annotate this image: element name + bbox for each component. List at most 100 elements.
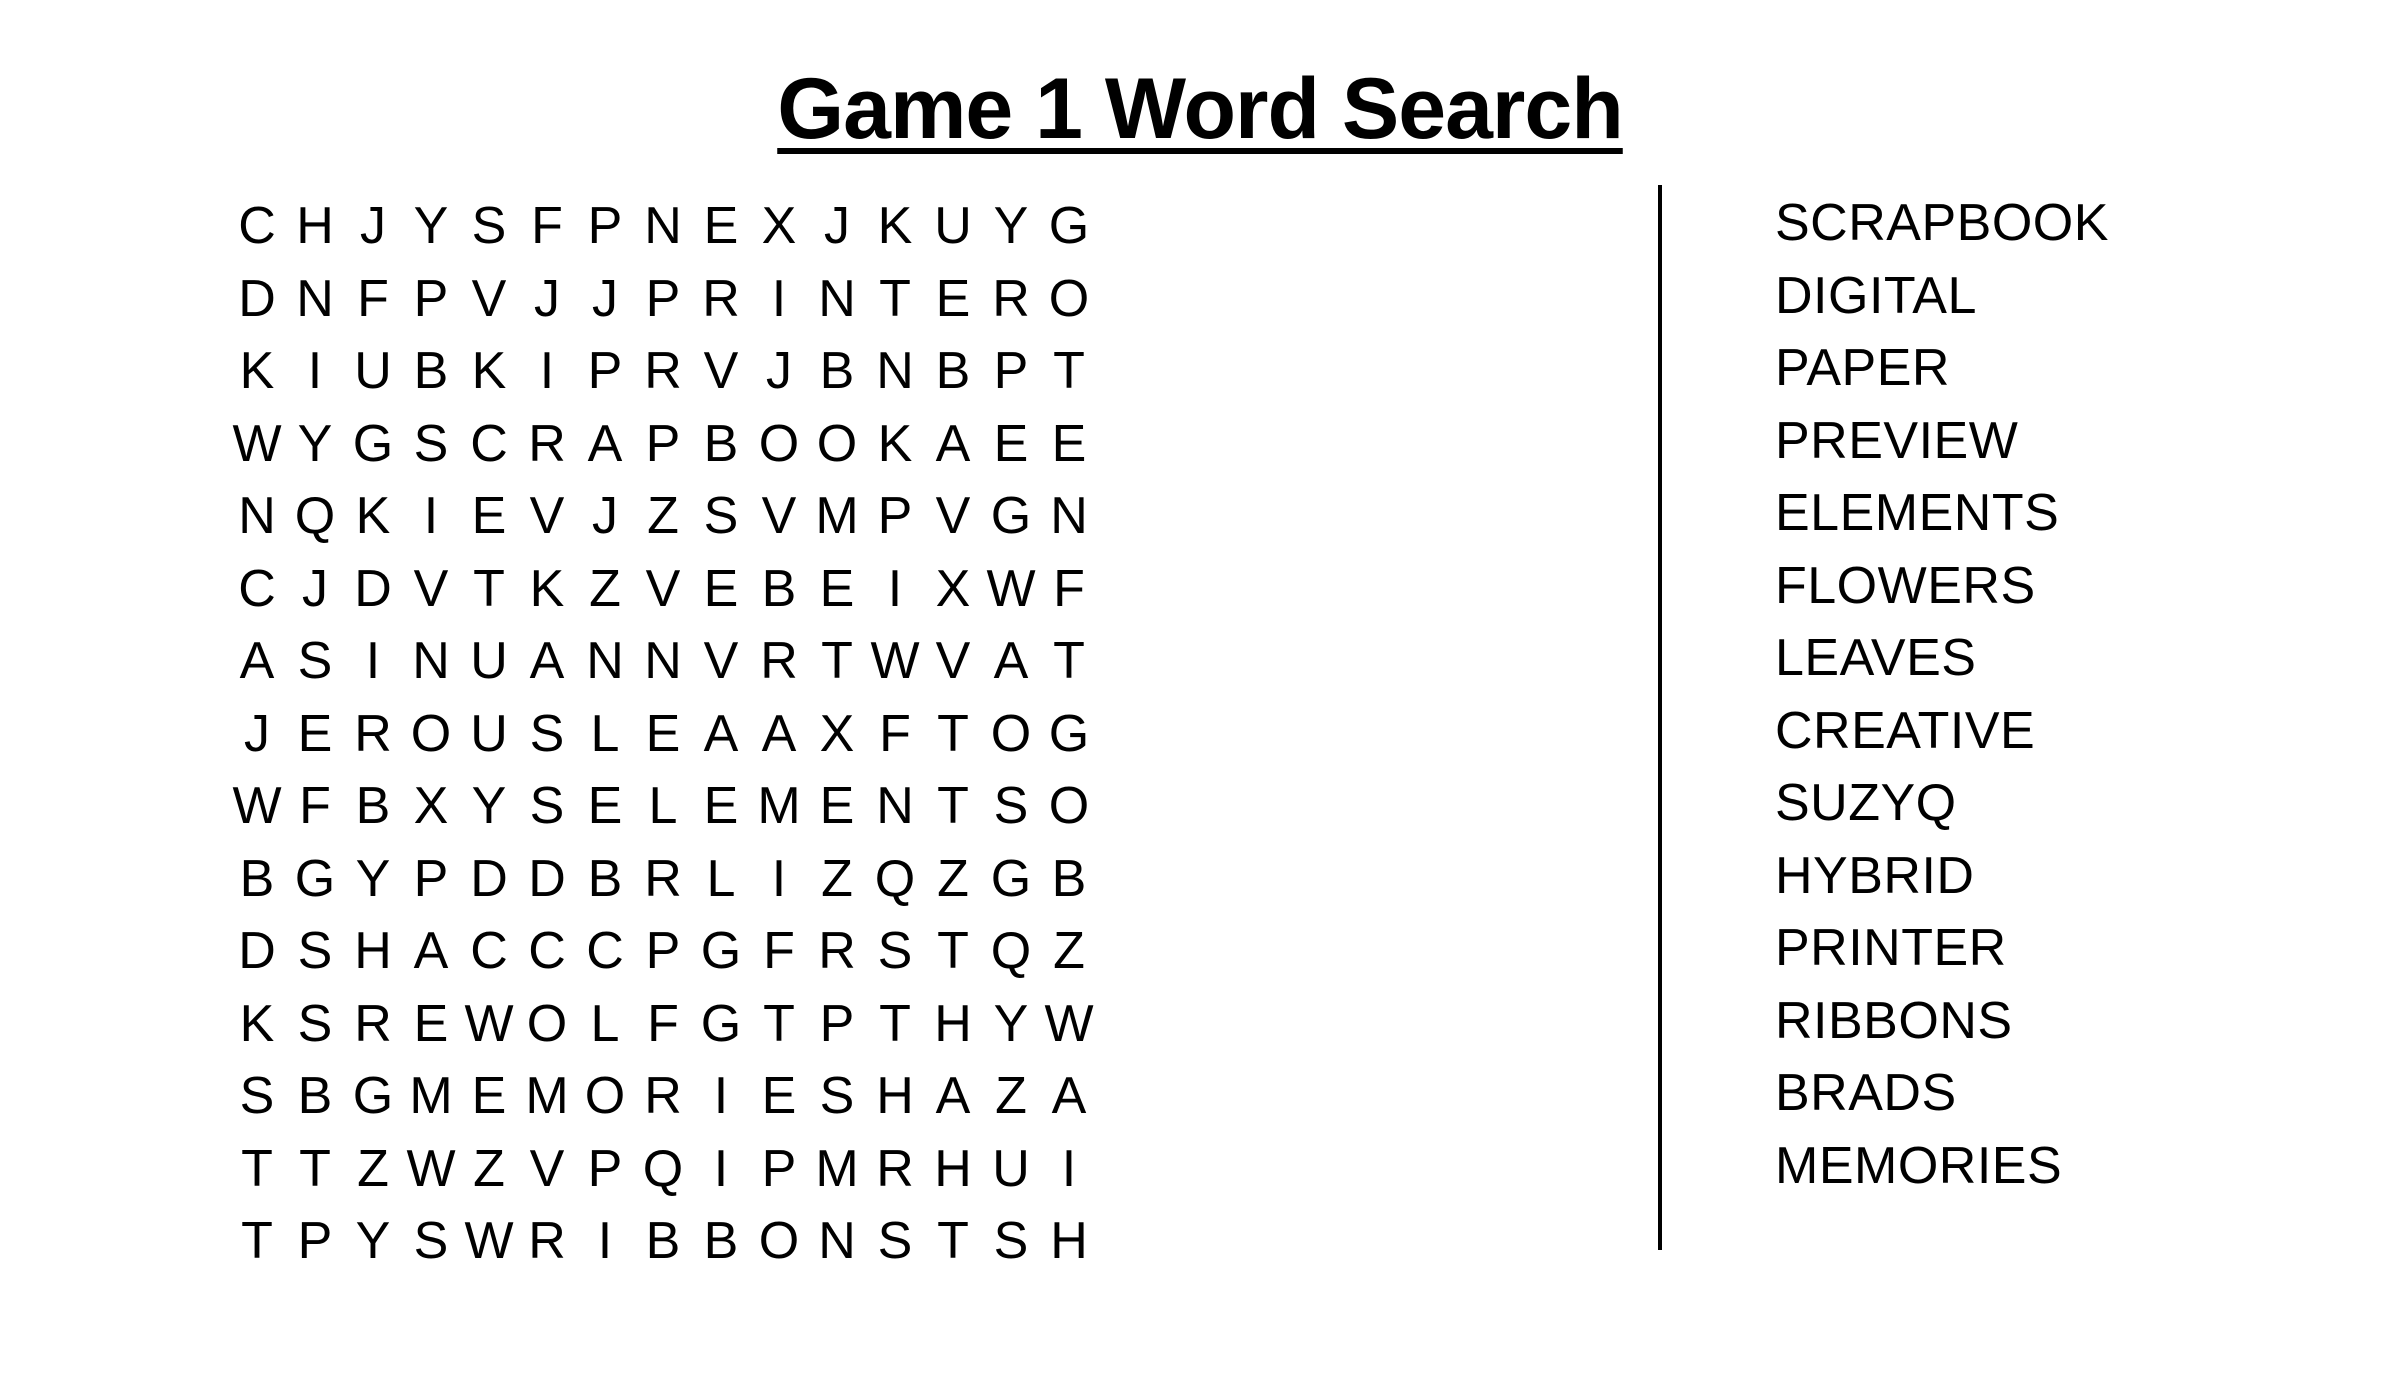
grid-cell[interactable]: B xyxy=(924,335,982,408)
grid-cell[interactable]: J xyxy=(576,480,634,553)
grid-cell[interactable]: K xyxy=(866,408,924,481)
grid-cell[interactable]: I xyxy=(344,625,402,698)
grid-cell[interactable]: N xyxy=(808,263,866,336)
grid-cell[interactable]: C xyxy=(460,408,518,481)
grid-cell[interactable]: B xyxy=(402,335,460,408)
grid-cell[interactable]: X xyxy=(808,698,866,771)
word-list-item[interactable]: SUZYQ xyxy=(1775,767,2109,840)
grid-cell[interactable]: F xyxy=(750,915,808,988)
grid-cell[interactable]: P xyxy=(982,335,1040,408)
grid-cell[interactable]: N xyxy=(634,625,692,698)
grid-cell[interactable]: A xyxy=(692,698,750,771)
grid-cell[interactable]: X xyxy=(402,770,460,843)
word-list-item[interactable]: SCRAPBOOK xyxy=(1775,187,2109,260)
grid-cell[interactable]: P xyxy=(402,263,460,336)
grid-cell[interactable]: B xyxy=(576,843,634,916)
grid-cell[interactable]: I xyxy=(692,1060,750,1133)
grid-cell[interactable]: I xyxy=(518,335,576,408)
grid-cell[interactable]: T xyxy=(228,1205,286,1278)
grid-cell[interactable]: E xyxy=(692,190,750,263)
word-list-item[interactable]: CREATIVE xyxy=(1775,695,2109,768)
grid-cell[interactable]: U xyxy=(460,625,518,698)
grid-cell[interactable]: R xyxy=(634,843,692,916)
grid-cell[interactable]: E xyxy=(982,408,1040,481)
grid-cell[interactable]: E xyxy=(1040,408,1098,481)
grid-cell[interactable]: R xyxy=(518,1205,576,1278)
grid-cell[interactable]: F xyxy=(866,698,924,771)
grid-cell[interactable]: B xyxy=(634,1205,692,1278)
grid-cell[interactable]: N xyxy=(286,263,344,336)
word-list-item[interactable]: ELEMENTS xyxy=(1775,477,2109,550)
grid-cell[interactable]: Z xyxy=(982,1060,1040,1133)
grid-cell[interactable]: O xyxy=(402,698,460,771)
grid-cell[interactable]: X xyxy=(750,190,808,263)
grid-cell[interactable]: S xyxy=(286,988,344,1061)
grid-cell[interactable]: E xyxy=(402,988,460,1061)
grid-cell[interactable]: H xyxy=(344,915,402,988)
grid-cell[interactable]: P xyxy=(286,1205,344,1278)
grid-cell[interactable]: G xyxy=(1040,190,1098,263)
grid-cell[interactable]: M xyxy=(402,1060,460,1133)
word-list-item[interactable]: HYBRID xyxy=(1775,840,2109,913)
grid-cell[interactable]: E xyxy=(808,770,866,843)
grid-cell[interactable]: V xyxy=(924,625,982,698)
grid-cell[interactable]: A xyxy=(518,625,576,698)
grid-cell[interactable]: W xyxy=(1040,988,1098,1061)
grid-cell[interactable]: X xyxy=(924,553,982,626)
grid-cell[interactable]: S xyxy=(692,480,750,553)
grid-cell[interactable]: N xyxy=(866,335,924,408)
grid-cell[interactable]: M xyxy=(808,1133,866,1206)
grid-cell[interactable]: P xyxy=(750,1133,808,1206)
grid-cell[interactable]: A xyxy=(924,1060,982,1133)
grid-cell[interactable]: P xyxy=(402,843,460,916)
grid-cell[interactable]: H xyxy=(924,988,982,1061)
grid-cell[interactable]: T xyxy=(286,1133,344,1206)
grid-cell[interactable]: B xyxy=(344,770,402,843)
grid-cell[interactable]: N xyxy=(1040,480,1098,553)
grid-cell[interactable]: A xyxy=(228,625,286,698)
grid-cell[interactable]: P xyxy=(634,915,692,988)
grid-cell[interactable]: F xyxy=(286,770,344,843)
grid-cell[interactable]: S xyxy=(808,1060,866,1133)
grid-cell[interactable]: J xyxy=(344,190,402,263)
grid-cell[interactable]: B xyxy=(228,843,286,916)
grid-cell[interactable]: K xyxy=(228,335,286,408)
grid-cell[interactable]: R xyxy=(634,1060,692,1133)
grid-cell[interactable]: T xyxy=(924,770,982,843)
grid-cell[interactable]: C xyxy=(576,915,634,988)
grid-cell[interactable]: B xyxy=(692,408,750,481)
grid-cell[interactable]: S xyxy=(866,915,924,988)
grid-cell[interactable]: R xyxy=(808,915,866,988)
grid-cell[interactable]: G xyxy=(692,915,750,988)
grid-cell[interactable]: B xyxy=(692,1205,750,1278)
grid-cell[interactable]: G xyxy=(344,1060,402,1133)
grid-cell[interactable]: V xyxy=(692,335,750,408)
grid-cell[interactable]: T xyxy=(866,988,924,1061)
grid-cell[interactable]: Z xyxy=(634,480,692,553)
grid-cell[interactable]: Q xyxy=(286,480,344,553)
grid-cell[interactable]: W xyxy=(460,1205,518,1278)
grid-cell[interactable]: C xyxy=(228,190,286,263)
grid-cell[interactable]: T xyxy=(924,1205,982,1278)
grid-cell[interactable]: G xyxy=(982,480,1040,553)
grid-cell[interactable]: D xyxy=(228,915,286,988)
grid-cell[interactable]: S xyxy=(402,408,460,481)
word-list-item[interactable]: DIGITAL xyxy=(1775,260,2109,333)
grid-cell[interactable]: T xyxy=(460,553,518,626)
grid-cell[interactable]: I xyxy=(286,335,344,408)
grid-cell[interactable]: S xyxy=(518,770,576,843)
grid-cell[interactable]: Q xyxy=(982,915,1040,988)
grid-cell[interactable]: P xyxy=(576,1133,634,1206)
grid-cell[interactable]: I xyxy=(576,1205,634,1278)
grid-cell[interactable]: S xyxy=(228,1060,286,1133)
grid-cell[interactable]: O xyxy=(750,1205,808,1278)
grid-cell[interactable]: U xyxy=(924,190,982,263)
grid-cell[interactable]: K xyxy=(518,553,576,626)
grid-cell[interactable]: R xyxy=(344,698,402,771)
grid-cell[interactable]: P xyxy=(576,335,634,408)
grid-cell[interactable]: G xyxy=(692,988,750,1061)
grid-cell[interactable]: J xyxy=(750,335,808,408)
word-list-item[interactable]: LEAVES xyxy=(1775,622,2109,695)
grid-cell[interactable]: W xyxy=(228,770,286,843)
grid-cell[interactable]: I xyxy=(750,843,808,916)
